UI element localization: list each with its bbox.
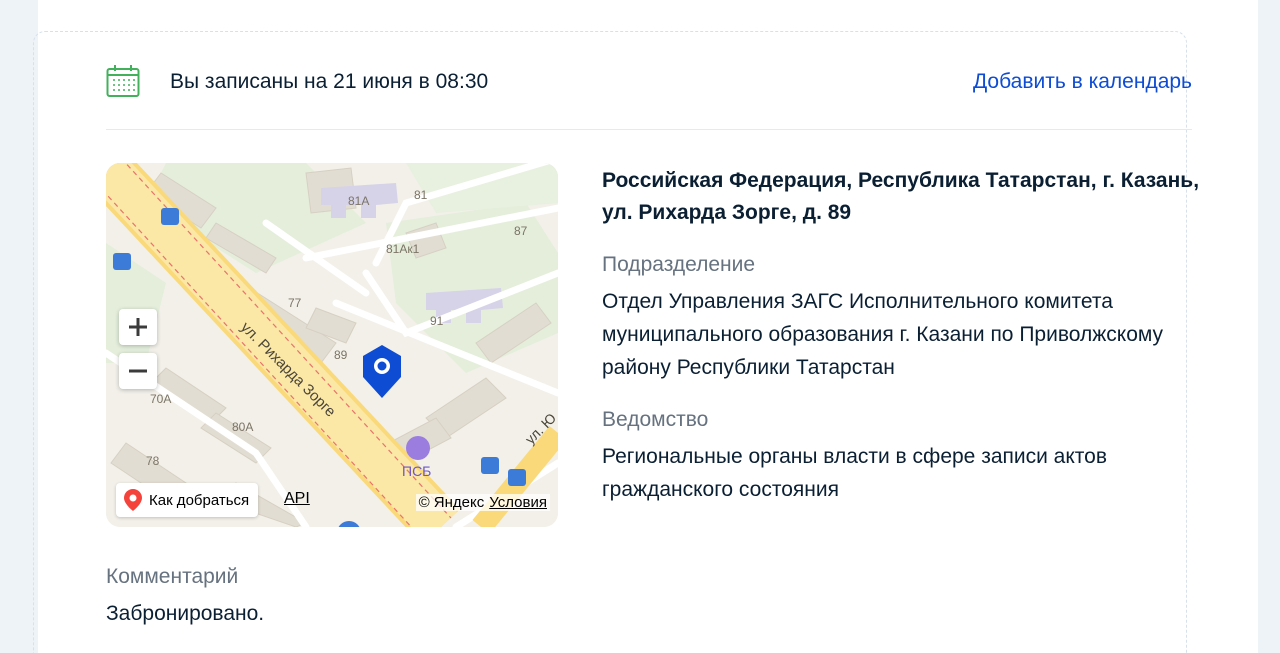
- address-text: Российская Федерация, Республика Татарст…: [602, 169, 1200, 224]
- house-number-label: 91: [430, 314, 444, 328]
- route-button[interactable]: Как добраться: [116, 483, 259, 517]
- map-pin-icon: [124, 489, 142, 511]
- house-number-label: 77: [288, 296, 302, 310]
- minus-icon: [129, 369, 147, 373]
- divider: [106, 129, 1192, 130]
- department-label: Ведомство: [602, 408, 709, 431]
- map[interactable]: 81А 81 81Ак1 87 77 91 89 70А 80А 78 ул. …: [106, 163, 558, 527]
- zoom-in-button[interactable]: [119, 309, 157, 345]
- house-number-label: 89: [334, 348, 348, 362]
- house-number-label: 81Ак1: [386, 242, 420, 256]
- copyright-text: © Яндекс: [418, 494, 485, 511]
- booking-time-text: Вы записаны на 21 июня в 08:30: [170, 70, 489, 93]
- api-link[interactable]: API: [284, 490, 310, 508]
- house-number-label: 87: [514, 224, 528, 238]
- house-number-label: 81: [414, 188, 428, 202]
- plus-icon: [129, 318, 147, 336]
- division-label: Подразделение: [602, 253, 756, 276]
- house-number-label: 78: [146, 454, 160, 468]
- house-number-label: 81А: [348, 194, 369, 208]
- house-number-label: 80А: [232, 420, 253, 434]
- poi-label: ПСБ: [402, 463, 431, 479]
- comment-value: Забронировано.: [106, 602, 265, 625]
- house-number-label: 70А: [150, 392, 171, 406]
- division-value: Отдел Управления ЗАГС Исполнительного ко…: [602, 290, 1164, 379]
- details-panel: Российская Федерация, Республика Татарст…: [602, 165, 1202, 506]
- department-value: Региональные органы власти в сфере запис…: [602, 445, 1107, 501]
- route-button-label: Как добраться: [149, 491, 250, 509]
- zoom-out-button[interactable]: [119, 353, 157, 389]
- calendar-icon: [106, 65, 140, 97]
- map-tiles: 81А 81 81Ак1 87 77 91 89 70А 80А 78 ул. …: [106, 163, 558, 527]
- map-copyright: © Яндекс Условия: [415, 494, 550, 511]
- terms-link[interactable]: Условия: [489, 494, 547, 511]
- add-to-calendar-link[interactable]: Добавить в календарь: [973, 68, 1192, 96]
- comment-label: Комментарий: [106, 565, 239, 588]
